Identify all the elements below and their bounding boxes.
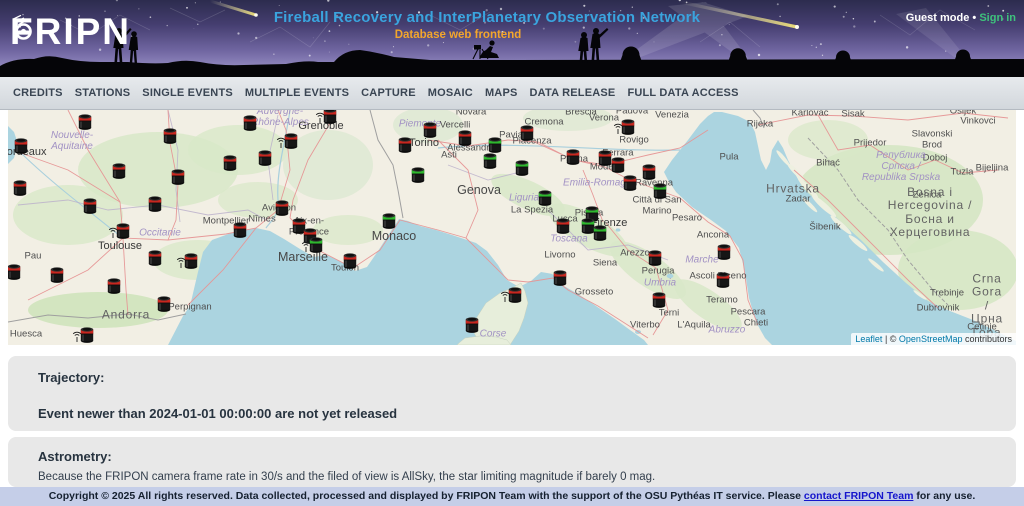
station-marker-red[interactable] — [718, 244, 730, 260]
station-marker-red[interactable] — [79, 114, 91, 129]
station-marker-red[interactable] — [164, 128, 176, 144]
station-marker-red[interactable] — [8, 264, 20, 280]
footer-text-suffix: for any use. — [913, 490, 975, 502]
station-marker-red[interactable] — [149, 196, 161, 212]
nav-item-single-events[interactable]: SINGLE EVENTS — [142, 87, 233, 99]
station-marker-red[interactable] — [158, 296, 170, 312]
station-marker-red[interactable] — [276, 200, 288, 216]
attribution-separator: | © — [882, 334, 898, 344]
station-marker-green[interactable] — [489, 137, 501, 153]
astrometry-message: Because the FRIPON camera frame rate in … — [38, 471, 986, 483]
station-marker-green[interactable] — [582, 218, 594, 234]
station-marker-red[interactable] — [113, 163, 125, 179]
map-attribution: Leaflet | © OpenStreetMap contributors — [851, 333, 1016, 345]
user-session-box: Guest mode • Sign in — [906, 12, 1016, 24]
footer: Copyright © 2025 All rights reserved. Da… — [0, 487, 1024, 506]
nav-item-data-release[interactable]: DATA RELEASE — [530, 87, 616, 99]
station-marker-red[interactable] — [84, 198, 96, 214]
main-nav: CREDITS STATIONS SINGLE EVENTS MULTIPLE EVE… — [0, 77, 1024, 110]
station-marker-red[interactable] — [293, 218, 305, 234]
station-marker-green[interactable] — [383, 213, 395, 229]
station-marker-green[interactable] — [539, 190, 551, 206]
station-marker-red[interactable] — [149, 250, 161, 266]
fripon-logo[interactable]: FRIP N — [10, 13, 131, 50]
attribution-suffix: contributors — [962, 334, 1012, 344]
separator-dot: • — [972, 12, 976, 24]
station-marker-red[interactable] — [108, 278, 120, 294]
nav-item-mosaic[interactable]: MOSAIC — [428, 87, 473, 99]
station-marker-red[interactable] — [244, 115, 256, 130]
leaflet-link[interactable]: Leaflet — [855, 334, 882, 344]
astrometry-heading: Astrometry: — [38, 449, 986, 464]
station-marker-red[interactable] — [259, 150, 271, 166]
observatory-dome — [834, 51, 852, 64]
station-marker-green[interactable] — [412, 167, 424, 183]
station-marker-red[interactable] — [643, 164, 655, 180]
station-marker-red[interactable] — [557, 218, 569, 234]
station-marker-red[interactable] — [234, 222, 246, 238]
station-marker-red[interactable] — [399, 137, 411, 153]
station-map[interactable]: Leaflet | © OpenStreetMap contributors B… — [8, 110, 1016, 345]
nav-item-full-data-access[interactable]: FULL DATA ACCESS — [627, 87, 738, 99]
nav-item-credits[interactable]: CREDITS — [13, 87, 63, 99]
page-subtitle: Database web frontend — [0, 29, 970, 41]
page-title: Fireball Recovery and InterPlanetary Obs… — [0, 9, 999, 26]
station-marker-red[interactable] — [554, 270, 566, 286]
guest-mode-label: Guest mode — [906, 12, 970, 24]
contact-fripon-link[interactable]: contact FRIPON Team — [804, 490, 914, 502]
station-marker-green[interactable] — [594, 225, 606, 241]
station-marker-red[interactable] — [344, 253, 356, 269]
nav-item-capture[interactable]: CAPTURE — [361, 87, 416, 99]
nav-item-stations[interactable]: STATIONS — [75, 87, 131, 99]
sign-in-link[interactable]: Sign in — [979, 12, 1016, 24]
station-marker-red[interactable] — [224, 155, 236, 171]
astrometry-panel: Astrometry: Because the FRIPON camera fr… — [8, 437, 1016, 487]
station-marker-red[interactable] — [567, 149, 579, 165]
trajectory-message: Event newer than 2024-01-01 00:00:00 are… — [38, 406, 986, 421]
nav-item-maps[interactable]: MAPS — [485, 87, 518, 99]
logo-text-right: N — [102, 13, 131, 50]
photographer-silhouette — [489, 40, 494, 45]
station-marker-red[interactable] — [15, 138, 27, 154]
station-marker-red[interactable] — [51, 267, 63, 283]
station-marker-red[interactable] — [466, 317, 478, 333]
station-marker-red[interactable] — [612, 157, 624, 173]
station-marker-red[interactable] — [172, 169, 184, 185]
station-marker-red[interactable] — [599, 150, 611, 166]
station-marker-red[interactable] — [14, 180, 26, 196]
station-marker-red[interactable] — [649, 250, 661, 266]
footer-text: Copyright © 2025 All rights reserved. Da… — [49, 490, 804, 502]
trajectory-panel: Trajectory: Event newer than 2024-01-01 … — [8, 356, 1016, 431]
station-marker-green[interactable] — [516, 160, 528, 176]
station-marker-green[interactable] — [654, 183, 666, 199]
station-marker-red[interactable] — [653, 292, 665, 308]
nav-item-multiple-events[interactable]: MULTIPLE EVENTS — [245, 87, 349, 99]
comet-o-icon — [11, 13, 36, 41]
station-marker-red[interactable] — [717, 272, 729, 288]
station-marker-green[interactable] — [484, 153, 496, 169]
station-marker-red[interactable] — [424, 122, 436, 137]
trajectory-heading: Trajectory: — [38, 370, 986, 385]
station-marker-red[interactable] — [459, 130, 471, 146]
station-marker-red[interactable] — [624, 175, 636, 191]
openstreetmap-link[interactable]: OpenStreetMap — [899, 334, 963, 344]
header-banner: FRIP N Fireball Recovery and InterPlanet… — [0, 0, 1024, 77]
station-marker-red[interactable] — [521, 125, 533, 140]
